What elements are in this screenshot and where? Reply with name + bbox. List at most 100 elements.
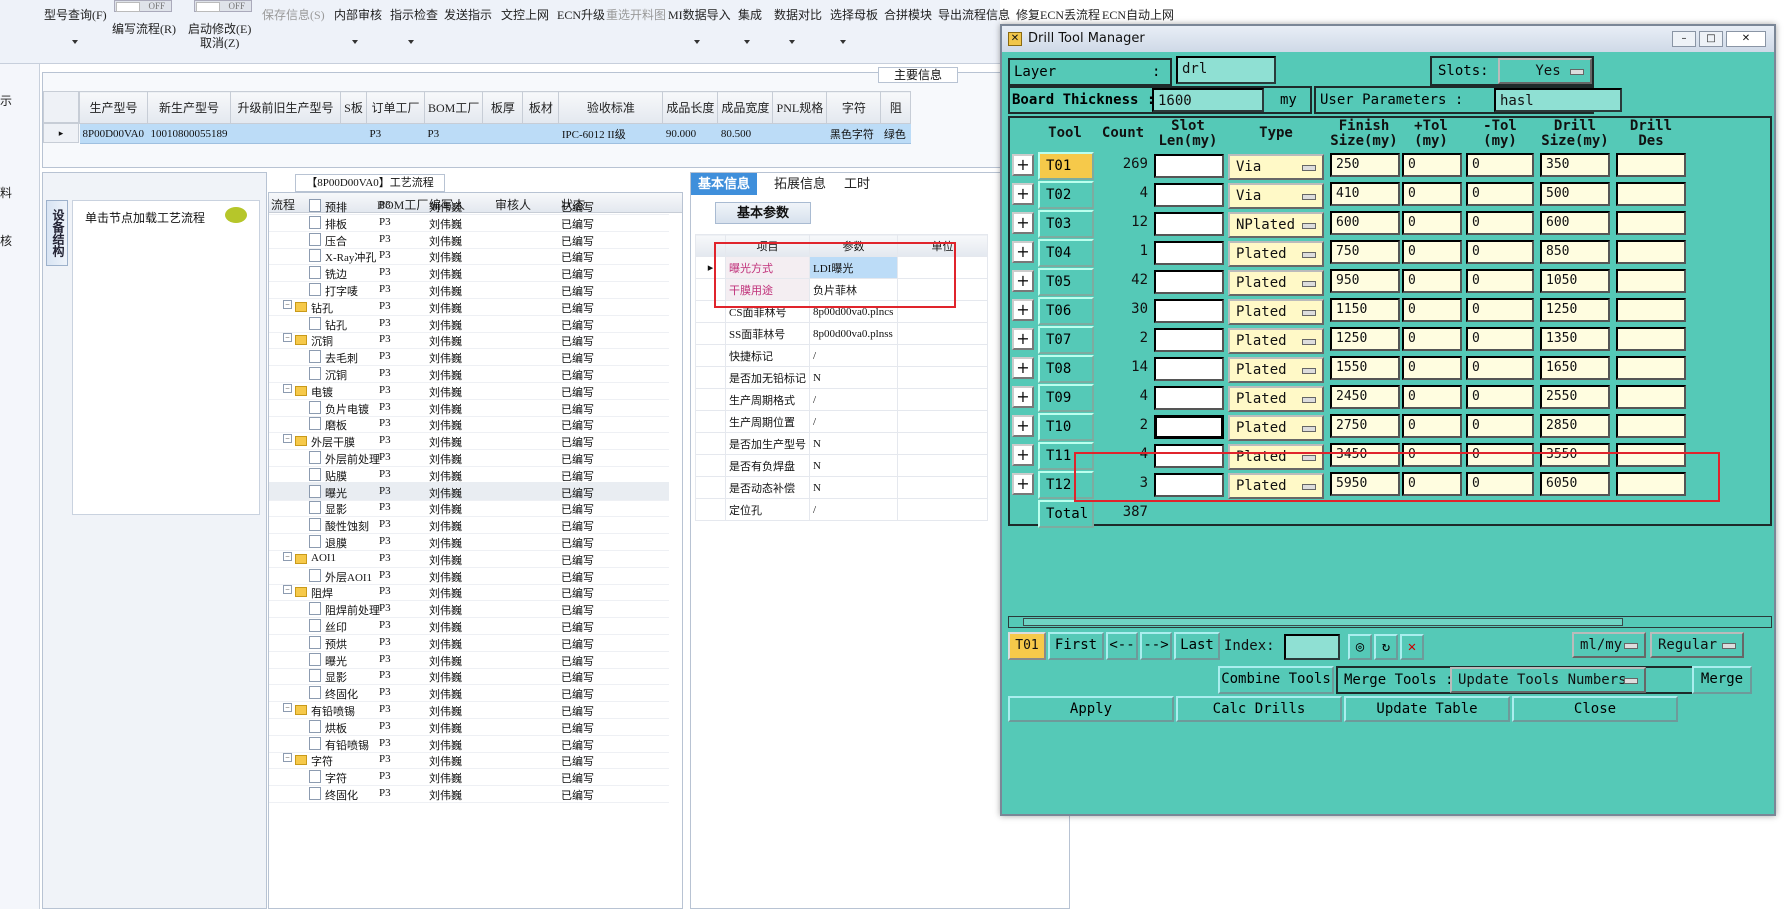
grid-cell[interactable]: P3: [424, 123, 483, 144]
expand-icon[interactable]: +: [1012, 386, 1034, 408]
param-value[interactable]: /: [809, 410, 898, 433]
expand-icon[interactable]: +: [1012, 183, 1034, 205]
param-value[interactable]: 8p00d00va0.plnss: [809, 322, 898, 345]
minus-tol-input[interactable]: 0: [1466, 414, 1534, 438]
tool-type-select[interactable]: Plated: [1228, 270, 1324, 296]
finish-size-input[interactable]: 1150: [1330, 298, 1400, 322]
grid-cell[interactable]: IPC-6012 II级: [558, 123, 663, 144]
collapse-icon[interactable]: −: [283, 299, 292, 309]
calc-drills-button[interactable]: Calc Drills: [1176, 696, 1342, 722]
collapse-icon[interactable]: −: [283, 383, 292, 393]
drill-des-input[interactable]: [1616, 385, 1686, 409]
slot-len-input[interactable]: [1154, 328, 1224, 352]
drill-size-input[interactable]: 500: [1540, 182, 1610, 206]
expand-icon[interactable]: +: [1012, 357, 1034, 379]
drill-des-input[interactable]: [1616, 269, 1686, 293]
grid-cell[interactable]: 90.000: [662, 123, 718, 144]
slot-len-input[interactable]: [1154, 299, 1224, 323]
next-button[interactable]: -->: [1140, 632, 1172, 660]
tool-button[interactable]: T10: [1038, 413, 1094, 441]
minus-tol-input[interactable]: 0: [1466, 182, 1534, 206]
drill-size-input[interactable]: 2550: [1540, 385, 1610, 409]
subtab-basic-params[interactable]: 基本参数: [715, 202, 811, 224]
expand-icon[interactable]: +: [1012, 415, 1034, 437]
minus-tol-input[interactable]: 0: [1466, 356, 1534, 380]
drill-size-input[interactable]: 2850: [1540, 414, 1610, 438]
finish-size-input[interactable]: 1250: [1330, 327, 1400, 351]
toggle-switch[interactable]: OFF: [194, 0, 252, 12]
maximize-icon[interactable]: □: [1699, 31, 1723, 47]
toolbar-1-button[interactable]: 编写流程(R): [112, 20, 176, 37]
slot-len-input[interactable]: [1154, 183, 1224, 207]
finish-size-input[interactable]: 410: [1330, 182, 1400, 206]
expand-icon[interactable]: +: [1012, 154, 1034, 176]
param-unit[interactable]: [897, 498, 988, 521]
param-value[interactable]: /: [809, 388, 898, 411]
last-button[interactable]: Last: [1174, 632, 1220, 660]
layer-input[interactable]: drl: [1176, 56, 1276, 84]
plus-tol-input[interactable]: 0: [1402, 385, 1462, 409]
param-value[interactable]: /: [809, 498, 898, 521]
tool-type-select[interactable]: Via: [1228, 154, 1324, 180]
param-unit[interactable]: [897, 388, 988, 411]
tab-1[interactable]: 拓展信息: [767, 173, 833, 195]
expand-icon[interactable]: +: [1012, 473, 1034, 495]
grid-cell[interactable]: 8P00D00VA0: [79, 123, 148, 144]
minimize-icon[interactable]: –: [1672, 31, 1696, 47]
tool-type-select[interactable]: NPlated: [1228, 212, 1324, 238]
tool-button[interactable]: T09: [1038, 384, 1094, 412]
expand-icon[interactable]: +: [1012, 444, 1034, 466]
collapse-icon[interactable]: −: [283, 333, 292, 343]
units-select[interactable]: ml/my: [1572, 632, 1646, 658]
param-value[interactable]: N: [809, 432, 898, 455]
merge-button[interactable]: Merge: [1692, 666, 1752, 694]
drill-size-input[interactable]: 1250: [1540, 298, 1610, 322]
slot-len-input[interactable]: [1154, 415, 1224, 439]
param-unit[interactable]: [897, 476, 988, 499]
minus-tol-input[interactable]: 0: [1466, 298, 1534, 322]
prev-button[interactable]: <--: [1106, 632, 1138, 660]
slot-len-input[interactable]: [1154, 241, 1224, 265]
param-value[interactable]: /: [809, 344, 898, 367]
drill-des-input[interactable]: [1616, 153, 1686, 177]
slots-select[interactable]: Yes: [1498, 58, 1592, 84]
grid-cell[interactable]: 10010800055189: [147, 123, 231, 144]
chevron-down-icon[interactable]: [744, 40, 750, 44]
plus-tol-input[interactable]: 0: [1402, 182, 1462, 206]
toolbar-15-button[interactable]: 合拼模块: [884, 6, 932, 23]
slot-len-input[interactable]: [1154, 357, 1224, 381]
expand-icon[interactable]: +: [1012, 328, 1034, 350]
toolbar-0-button[interactable]: 型号查询(F): [44, 6, 107, 23]
h-scrollbar[interactable]: [1008, 616, 1772, 628]
collapse-icon[interactable]: −: [283, 585, 292, 595]
tool-type-select[interactable]: Plated: [1228, 328, 1324, 354]
tool-type-select[interactable]: Via: [1228, 183, 1324, 209]
update-table-button[interactable]: Update Table: [1344, 696, 1510, 722]
finish-size-input[interactable]: 950: [1330, 269, 1400, 293]
tab-0[interactable]: 基本信息: [691, 173, 758, 195]
expand-icon[interactable]: +: [1012, 270, 1034, 292]
grid-cell[interactable]: [230, 123, 341, 144]
slot-len-input[interactable]: [1154, 154, 1224, 178]
tool-type-select[interactable]: Plated: [1228, 299, 1324, 325]
thickness-input[interactable]: 1600: [1152, 88, 1264, 112]
toolbar-12-button[interactable]: 集成: [738, 6, 762, 23]
tool-button[interactable]: T07: [1038, 326, 1094, 354]
plus-tol-input[interactable]: 0: [1402, 298, 1462, 322]
tab-2[interactable]: 工时: [837, 173, 877, 195]
grid-cell[interactable]: [522, 123, 559, 144]
tool-button[interactable]: T06: [1038, 297, 1094, 325]
drill-des-input[interactable]: [1616, 327, 1686, 351]
refresh-icon[interactable]: ↻: [1374, 634, 1398, 660]
grid-cell[interactable]: P3: [366, 123, 425, 144]
grid-cell[interactable]: 黑色字符: [826, 123, 881, 144]
plus-tol-input[interactable]: 0: [1402, 269, 1462, 293]
tool-button[interactable]: T02: [1038, 181, 1094, 209]
drill-size-input[interactable]: 850: [1540, 240, 1610, 264]
slot-len-input[interactable]: [1154, 386, 1224, 410]
tree-row[interactable]: 终固化 P3 刘伟巍 已编写: [269, 784, 669, 803]
combine-tools-button[interactable]: Combine Tools: [1218, 666, 1334, 694]
drill-des-input[interactable]: [1616, 211, 1686, 235]
bulb-icon[interactable]: ◎: [1348, 634, 1372, 660]
param-unit[interactable]: [897, 432, 988, 455]
